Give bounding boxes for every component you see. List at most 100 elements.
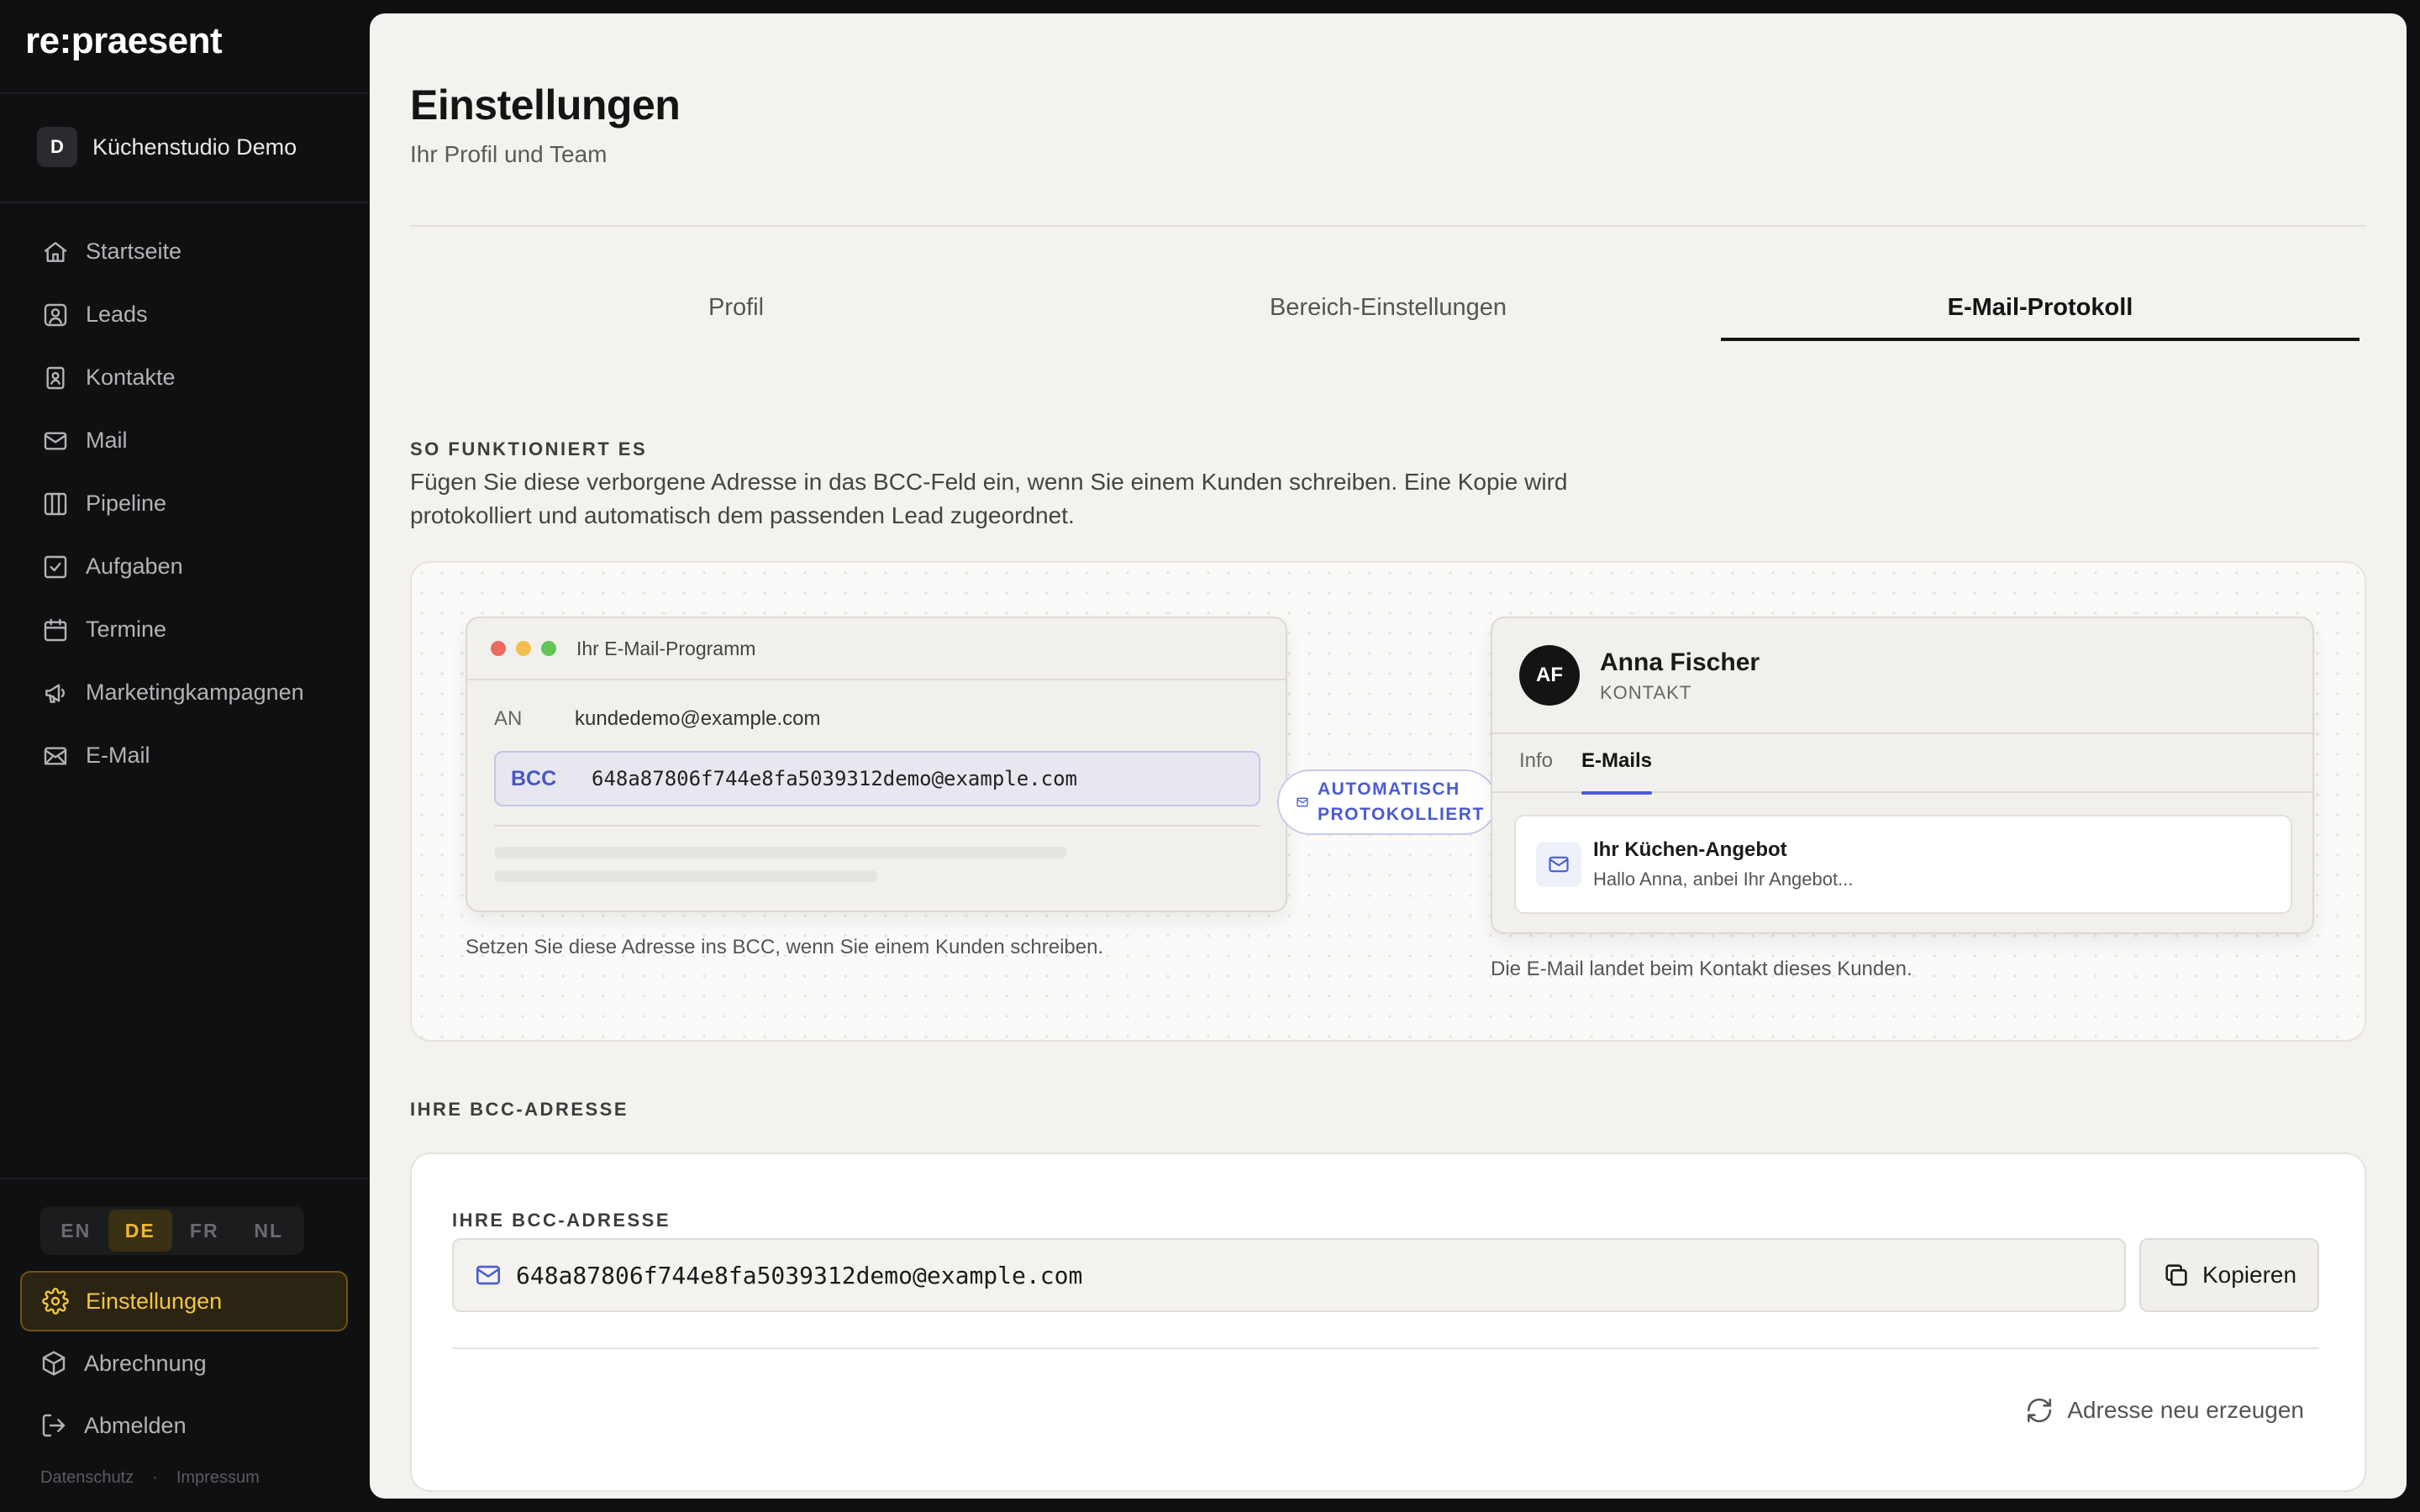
sidebar-item-label: Kontakte [86, 365, 176, 390]
gear-icon [42, 1288, 69, 1315]
pill-line-1: AUTOMATISCH [1318, 780, 1460, 799]
sidebar-divider [0, 1178, 370, 1179]
bcc-address-card: IHRE BCC-ADRESSE 648a87806f744e8fa503931… [410, 1152, 2366, 1492]
sidebar-item-label: Marketingkampagnen [86, 680, 304, 705]
lang-en[interactable]: EN [44, 1210, 108, 1252]
sidebar-item-kontakte[interactable]: Kontakte [22, 346, 350, 409]
window-minimize-dot [516, 641, 531, 656]
sidebar-item-label: Abmelden [84, 1412, 187, 1438]
mail-window-mock: Ihr E-Mail-Programm AN kundedemo@example… [466, 617, 1287, 912]
contact-tabs: Info E-Mails [1492, 732, 2312, 795]
bcc-label: BCC [511, 766, 557, 790]
calendar-icon [44, 618, 67, 641]
language-switcher: EN DE FR NL [40, 1206, 304, 1255]
home-icon [44, 241, 67, 262]
sidebar-item-mail[interactable]: Mail [22, 409, 350, 472]
sidebar-item-e-mail[interactable]: E-Mail [22, 724, 350, 787]
regenerate-label: Adresse neu erzeugen [2067, 1397, 2304, 1423]
copy-button-label: Kopieren [2202, 1262, 2297, 1288]
mail-window-title: Ihr E-Mail-Programm [576, 637, 756, 659]
window-zoom-dot [541, 641, 556, 656]
bcc-section-label: IHRE BCC-ADRESSE [410, 1099, 629, 1120]
main-content: Einstellungen Ihr Profil und Team Profil… [370, 13, 2407, 1499]
to-value: kundedemo@example.com [575, 707, 821, 730]
bcc-value: 648a87806f744e8fa5039312demo@example.com [592, 767, 1077, 790]
sidebar-item-label: Abrechnung [84, 1350, 207, 1376]
mail-window-header: Ihr E-Mail-Programm [467, 618, 1286, 680]
tab-e-mail-protokoll[interactable]: E-Mail-Protokoll [1714, 274, 2366, 341]
checkbox-icon [44, 555, 67, 578]
user-square-icon [44, 303, 67, 326]
sidebar-item-abrechnung[interactable]: Abrechnung [20, 1333, 348, 1394]
sidebar-divider [0, 202, 370, 203]
imprint-link[interactable]: Impressum [176, 1468, 260, 1488]
mail-small-icon [1297, 797, 1308, 807]
sidebar-item-label: Leads [86, 302, 148, 327]
tab-profil[interactable]: Profil [410, 274, 1062, 341]
window-close-dot [491, 641, 506, 656]
contact-mail-item: Ihr Küchen-Angebot Hallo Anna, anbei Ihr… [1514, 815, 2292, 914]
bcc-address-field[interactable]: 648a87806f744e8fa5039312demo@example.com [452, 1238, 2126, 1312]
lang-de[interactable]: DE [108, 1210, 172, 1252]
sidebar-item-aufgaben[interactable]: Aufgaben [22, 535, 350, 598]
brand-logo[interactable]: re:praesent [25, 20, 223, 62]
page-subtitle: Ihr Profil und Team [410, 141, 608, 167]
regenerate-address-button[interactable]: Adresse neu erzeugen [2025, 1396, 2304, 1425]
sidebar-divider [0, 92, 370, 94]
copy-icon [2165, 1264, 2187, 1286]
mail-icon [44, 431, 67, 450]
to-label: AN [494, 707, 523, 730]
sidebar-item-startseite[interactable]: Startseite [22, 220, 350, 283]
footer-links: Datenschutz · Impressum [40, 1468, 260, 1488]
mail-open-icon [44, 746, 67, 765]
avatar: AF [1519, 645, 1580, 706]
contact-book-icon [46, 366, 65, 389]
how-it-works-label: SO FUNKTIONIERT ES [410, 438, 648, 459]
mail-preview: Hallo Anna, anbei Ihr Angebot... [1593, 869, 1854, 890]
mail-icon [476, 1265, 501, 1285]
skeleton-line [494, 847, 1067, 858]
mail-window-caption: Setzen Sie diese Adresse ins BCC, wenn S… [466, 936, 1104, 958]
bcc-address-value[interactable]: 648a87806f744e8fa5039312demo@example.com [516, 1262, 1082, 1289]
contact-tab-emails: E-Mails [1581, 749, 1653, 795]
sidebar-item-termine[interactable]: Termine [22, 598, 350, 661]
sidebar: re:praesent D Küchenstudio Demo Startsei… [0, 0, 370, 1512]
pill-line-2: PROTOKOLLIERT [1318, 805, 1485, 824]
mail-icon [1536, 842, 1581, 887]
workspace-switcher[interactable]: D Küchenstudio Demo [37, 126, 297, 168]
sidebar-item-label: Mail [86, 428, 128, 453]
logout-icon [42, 1414, 66, 1437]
illustration-card: Ihr E-Mail-Programm AN kundedemo@example… [410, 561, 2366, 1042]
sidebar-item-label: E-Mail [86, 743, 150, 768]
sidebar-item-label: Aufgaben [86, 554, 183, 579]
bcc-field-label: IHRE BCC-ADRESSE [452, 1210, 671, 1231]
how-it-works-text: Fügen Sie diese verborgene Adresse in da… [410, 469, 1568, 528]
settings-tabs: Profil Bereich-Einstellungen E-Mail-Prot… [410, 274, 2366, 341]
workspace-name: Küchenstudio Demo [92, 134, 297, 160]
sidebar-item-label: Einstellungen [86, 1288, 223, 1314]
sidebar-item-pipeline[interactable]: Pipeline [22, 472, 350, 535]
tab-bereich-einstellungen[interactable]: Bereich-Einstellungen [1062, 274, 1714, 341]
to-row: AN kundedemo@example.com [494, 707, 821, 731]
contact-name: Anna Fischer [1600, 648, 1760, 676]
bcc-row: BCC 648a87806f744e8fa5039312demo@example… [494, 751, 1260, 806]
copy-button[interactable]: Kopieren [2139, 1238, 2319, 1312]
skeleton-line [494, 870, 877, 882]
sidebar-nav: Startseite Leads Kontakte Mail Pipeline … [22, 220, 350, 787]
sidebar-item-abmelden[interactable]: Abmelden [20, 1395, 348, 1456]
pill-text: AUTOMATISCH PROTOKOLLIERT [1318, 777, 1485, 827]
contact-role: KONTAKT [1600, 682, 1692, 703]
lang-fr[interactable]: FR [172, 1210, 237, 1252]
sidebar-item-einstellungen[interactable]: Einstellungen [20, 1271, 348, 1331]
lang-nl[interactable]: NL [237, 1210, 302, 1252]
page-title: Einstellungen [410, 81, 681, 129]
sidebar-item-leads[interactable]: Leads [22, 283, 350, 346]
sidebar-item-label: Termine [86, 617, 167, 642]
sidebar-bottom-nav: Einstellungen Abrechnung Abmelden [20, 1271, 348, 1457]
privacy-link[interactable]: Datenschutz [40, 1468, 134, 1488]
header-divider [410, 225, 2366, 227]
sidebar-item-label: Pipeline [86, 491, 167, 516]
contact-caption: Die E-Mail landet beim Kontakt dieses Ku… [1491, 958, 1912, 980]
sidebar-item-marketingkampagnen[interactable]: Marketingkampagnen [22, 661, 350, 724]
columns-icon [44, 492, 67, 515]
